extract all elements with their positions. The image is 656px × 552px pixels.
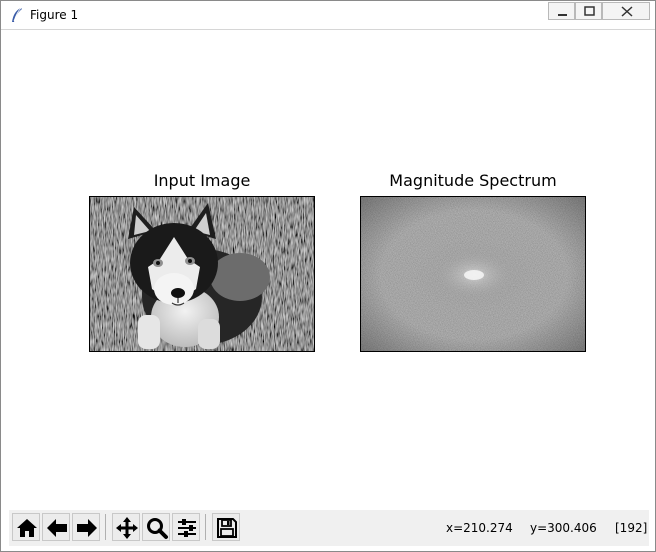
magnitude-spectrum-axes	[360, 196, 586, 352]
pan-button[interactable]	[112, 513, 140, 541]
toolbar-separator	[205, 514, 206, 540]
maximize-button[interactable]	[575, 2, 602, 20]
back-button[interactable]	[42, 513, 70, 541]
forward-button[interactable]	[72, 513, 100, 541]
minimize-button[interactable]	[548, 2, 575, 20]
navigation-toolbar: x=210.274 y=300.406 [192]	[9, 510, 649, 546]
figure-canvas[interactable]: Input Image Magnitude Spectrum	[9, 30, 649, 510]
axes-title-magnitude-spectrum: Magnitude Spectrum	[389, 171, 557, 190]
fft-magnitude-spectrum-icon	[361, 197, 585, 351]
figure-window: Figure 1 Input Image Magnitude Spectrum …	[0, 0, 656, 552]
window-title: Figure 1	[30, 8, 79, 22]
configure-subplots-button[interactable]	[172, 513, 200, 541]
close-button[interactable]	[602, 2, 650, 20]
save-button[interactable]	[212, 513, 240, 541]
title-bar[interactable]: Figure 1	[1, 1, 655, 30]
input-image-axes	[89, 196, 315, 352]
grayscale-photo-husky-puppy-icon	[90, 197, 314, 351]
home-button[interactable]	[12, 513, 40, 541]
toolbar-separator	[105, 514, 106, 540]
cursor-x-readout: x=210.274	[446, 521, 513, 535]
cursor-y-readout: y=300.406	[530, 521, 597, 535]
feather-icon	[10, 7, 24, 23]
axes-title-input-image: Input Image	[153, 171, 251, 190]
zoom-button[interactable]	[142, 513, 170, 541]
pixel-value-readout: [192]	[615, 521, 648, 535]
